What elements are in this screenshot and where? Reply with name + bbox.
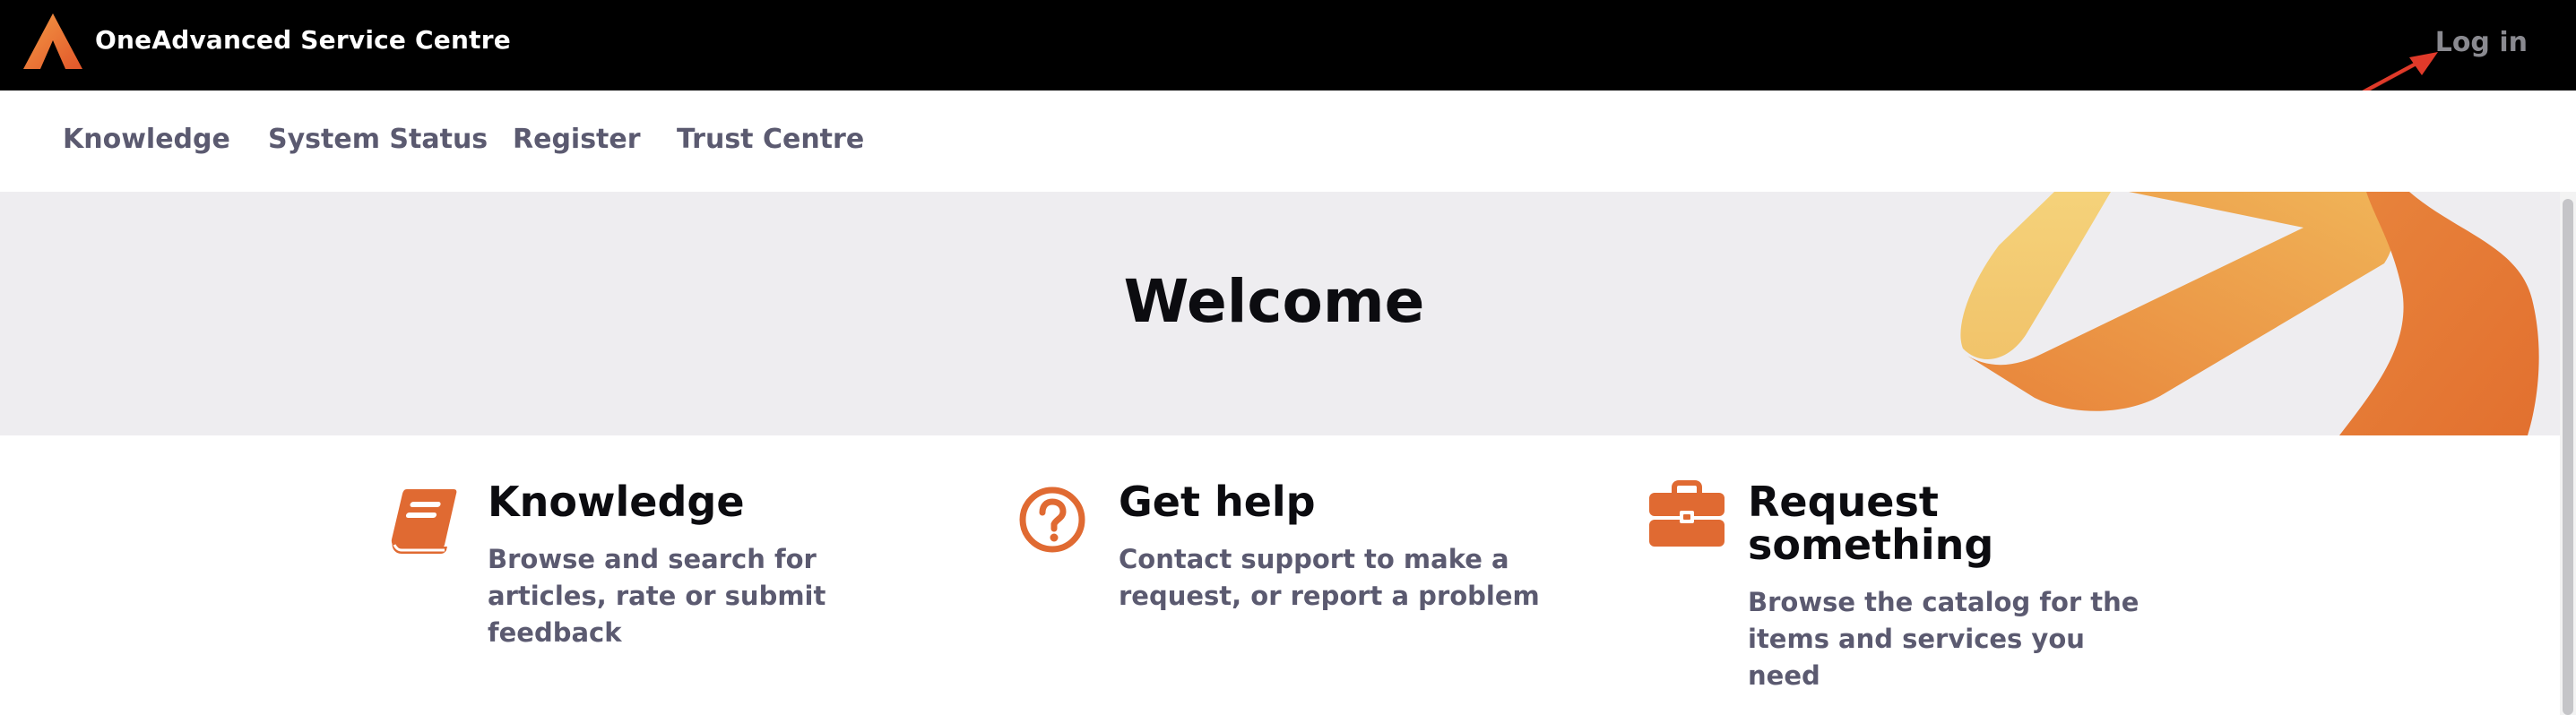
knowledge-card-description: Browse and search for articles, rate or … [488, 544, 826, 648]
request-something-card-title: Request something [1748, 478, 1994, 569]
nav-item-knowledge[interactable]: Knowledge [63, 124, 230, 155]
brand-name[interactable]: OneAdvanced Service Centre [95, 25, 511, 55]
request-something-card[interactable]: Request something Browse the catalog for… [1647, 475, 2149, 691]
top-header-bar: OneAdvanced Service Centre Log in [0, 0, 2576, 90]
nav-item-trust-centre[interactable]: Trust Centre [677, 124, 864, 155]
book-icon [391, 489, 457, 554]
main-navigation: Knowledge System Status Register Trust C… [0, 90, 2576, 192]
page-scrollbar[interactable] [2560, 192, 2576, 715]
page-title: Welcome [1123, 267, 1425, 336]
briefcase-icon [1649, 480, 1725, 547]
nav-item-system-status[interactable]: System Status [268, 124, 488, 155]
get-help-card-description: Contact support to make a request, or re… [1119, 544, 1540, 611]
request-something-card-description: Browse the catalog for the items and ser… [1748, 587, 2139, 691]
get-help-card-title: Get help [1119, 478, 1316, 526]
welcome-hero-banner: Welcome [0, 192, 2576, 435]
question-circle-icon [1019, 487, 1085, 553]
knowledge-card[interactable]: Knowledge Browse and search for articles… [387, 475, 853, 672]
scrollbar-thumb[interactable] [2563, 199, 2573, 715]
knowledge-card-title: Knowledge [488, 478, 745, 526]
nav-item-register[interactable]: Register [513, 124, 641, 155]
login-link[interactable]: Log in [2435, 27, 2528, 58]
get-help-card[interactable]: Get help Contact support to make a reque… [1018, 475, 1556, 672]
oneadvanced-logo-icon[interactable] [23, 13, 82, 69]
